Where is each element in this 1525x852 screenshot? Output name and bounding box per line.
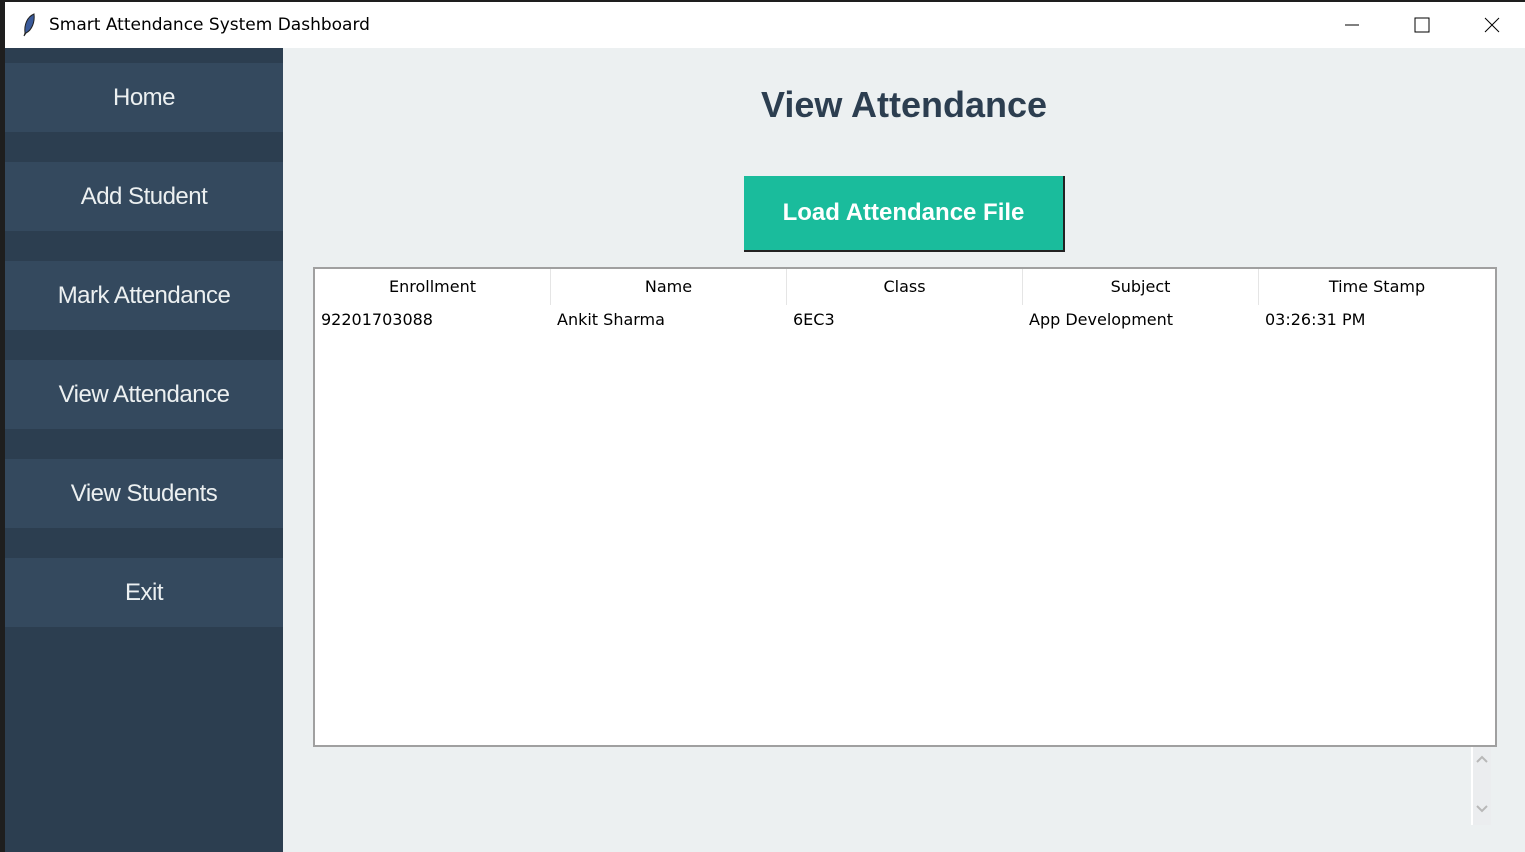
column-header[interactable]: Time Stamp: [1259, 269, 1495, 305]
nav-home[interactable]: Home: [5, 63, 283, 132]
column-header[interactable]: Enrollment: [315, 269, 551, 305]
maximize-icon: [1414, 17, 1430, 33]
table-row[interactable]: 92201703088 Ankit Sharma 6EC3 App Develo…: [315, 305, 1495, 335]
cell-class: 6EC3: [793, 310, 835, 329]
attendance-table[interactable]: Enrollment Name Class Subject Time Stamp…: [313, 267, 1497, 747]
nav-view-attendance[interactable]: View Attendance: [5, 360, 283, 429]
nav-view-students[interactable]: View Students: [5, 459, 283, 528]
table-header: Enrollment Name Class Subject Time Stamp: [315, 269, 1495, 305]
minimize-button[interactable]: [1317, 2, 1387, 48]
cell-name: Ankit Sharma: [557, 310, 665, 329]
minimize-icon: [1345, 24, 1359, 26]
sidebar: Home Add Student Mark Attendance View At…: [5, 48, 283, 852]
title-bar: Smart Attendance System Dashboard: [5, 2, 1525, 48]
cell-subject: App Development: [1029, 310, 1174, 329]
nav-exit[interactable]: Exit: [5, 558, 283, 627]
column-header[interactable]: Subject: [1023, 269, 1259, 305]
cell-timestamp: 03:26:31 PM: [1265, 310, 1366, 329]
window-title: Smart Attendance System Dashboard: [49, 15, 370, 35]
load-attendance-button[interactable]: Load Attendance File: [744, 176, 1065, 252]
column-header[interactable]: Class: [787, 269, 1023, 305]
vertical-scrollbar[interactable]: [1471, 747, 1491, 825]
scroll-down-icon[interactable]: [1476, 805, 1488, 813]
maximize-button[interactable]: [1387, 2, 1457, 48]
page-title: View Attendance: [760, 84, 1048, 125]
scroll-up-icon[interactable]: [1476, 755, 1488, 763]
cell-enrollment: 92201703088: [321, 310, 433, 329]
feather-icon: [23, 13, 35, 37]
close-button[interactable]: [1457, 2, 1525, 48]
nav-add-student[interactable]: Add Student: [5, 162, 283, 231]
app-window: Smart Attendance System Dashboard Home A…: [5, 2, 1525, 852]
close-icon: [1484, 17, 1500, 33]
column-header[interactable]: Name: [551, 269, 787, 305]
nav-mark-attendance[interactable]: Mark Attendance: [5, 261, 283, 330]
